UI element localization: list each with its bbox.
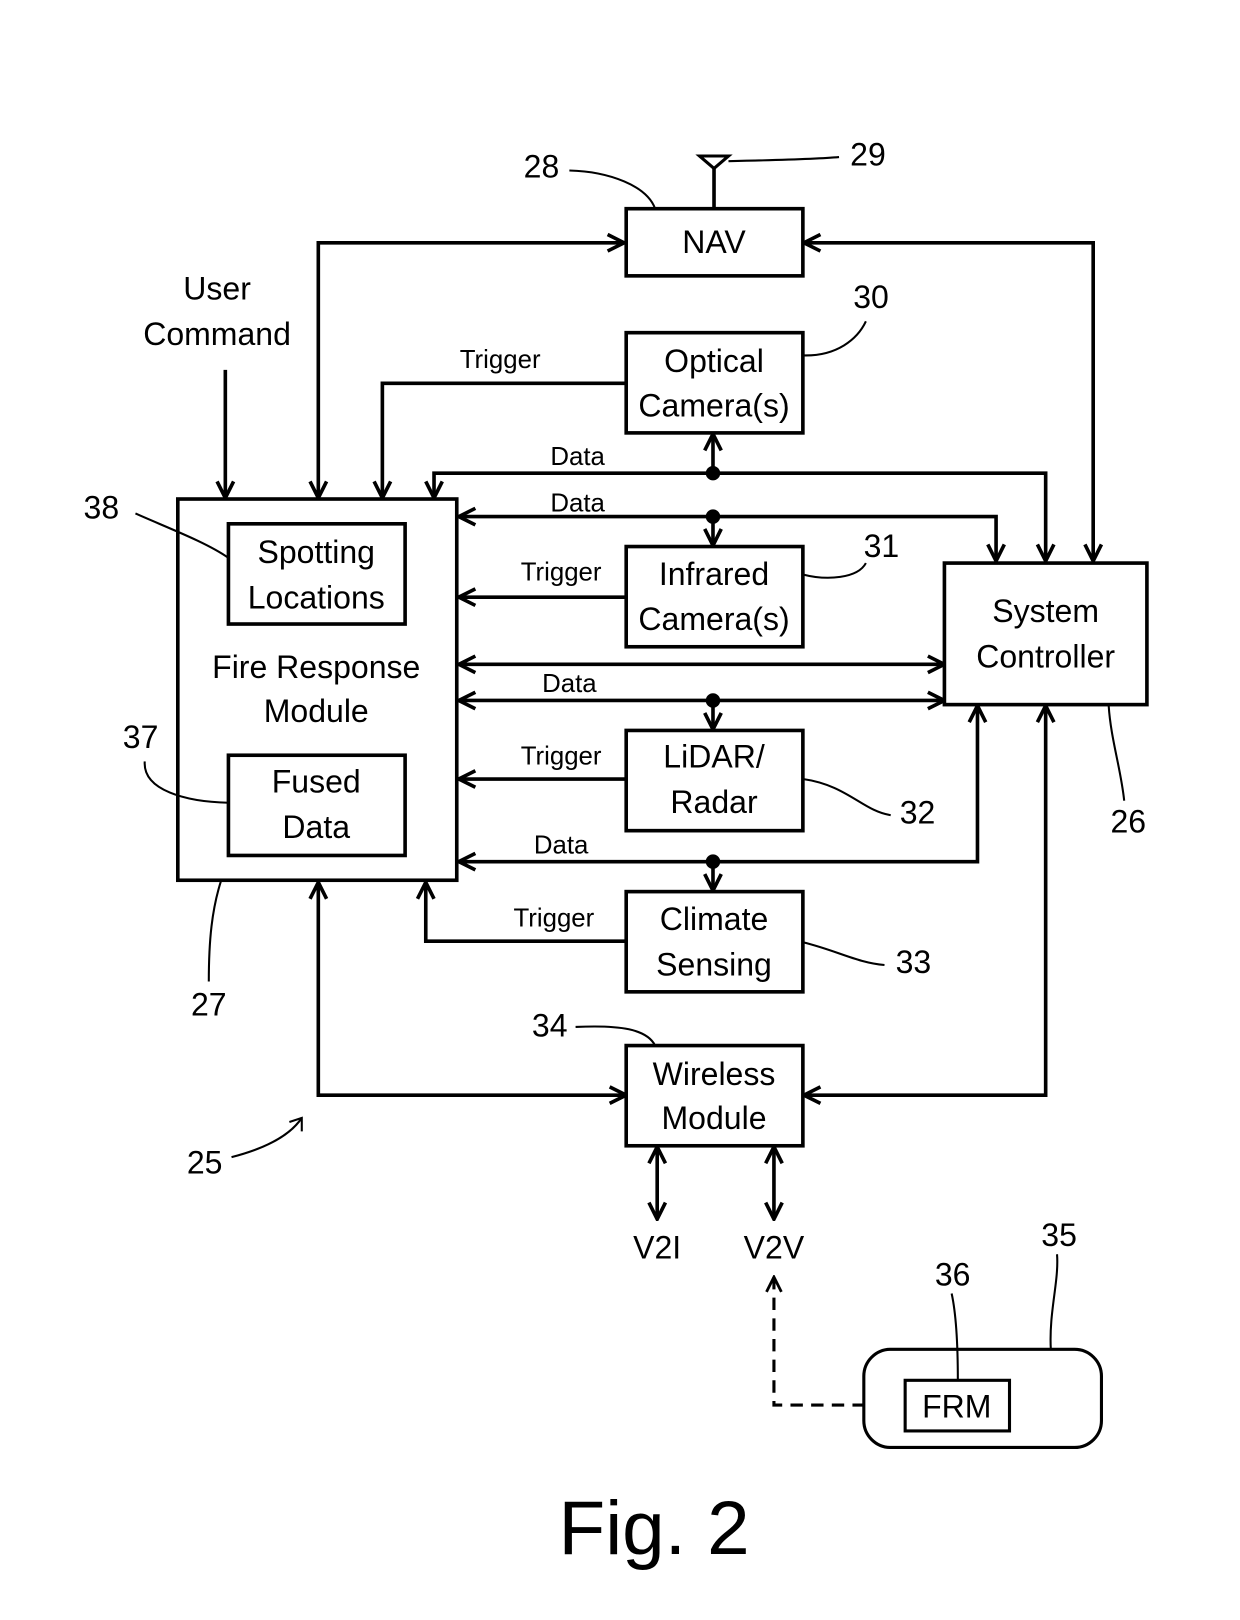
ref-numeral-29: 29 <box>850 136 886 172</box>
wireless-module-label-line1: Wireless <box>653 1056 776 1092</box>
ref-numeral-30: 30 <box>853 279 889 315</box>
ref-numeral-35: 35 <box>1041 1217 1077 1253</box>
climate-sensing-label-line2: Sensing <box>656 946 772 982</box>
junction-dot <box>705 854 721 869</box>
ref-numeral-33: 33 <box>896 944 932 980</box>
system-controller-label-line2: Controller <box>976 638 1115 674</box>
ref-numeral-27: 27 <box>191 987 227 1023</box>
junction-dot <box>705 693 721 708</box>
user-command-label-line2: Command <box>143 316 291 352</box>
user-command-label-line1: User <box>183 271 251 307</box>
spotting-locations-label-line2: Locations <box>248 580 385 616</box>
climate-sensing-block[interactable]: Climate Sensing <box>624 889 805 994</box>
data-label-lidar: Data <box>542 670 597 698</box>
fire-response-module-label-line1: Fire Response <box>212 649 420 685</box>
spotting-locations-label-line1: Spotting <box>258 534 375 570</box>
optical-trigger-line <box>382 381 627 498</box>
trigger-label-lidar: Trigger <box>521 743 602 771</box>
ref-numeral-32: 32 <box>900 794 936 830</box>
optical-camera-label-line2: Camera(s) <box>638 387 789 423</box>
nav-block[interactable]: NAV <box>624 206 805 278</box>
lidar-radar-block[interactable]: LiDAR/ Radar <box>624 728 805 833</box>
ref-numeral-31: 31 <box>864 528 900 564</box>
v2i-label: V2I <box>633 1229 681 1265</box>
ref-numeral-26: 26 <box>1111 804 1147 840</box>
infrared-camera-block[interactable]: Infrared Camera(s) <box>624 544 805 649</box>
ref-numeral-38: 38 <box>84 490 120 526</box>
spotting-locations-block[interactable]: Spotting Locations <box>226 522 407 626</box>
infrared-camera-label-line2: Camera(s) <box>638 601 789 637</box>
wireless-controller-link <box>804 706 1046 1096</box>
wireless-module-block[interactable]: Wireless Module <box>624 1043 805 1148</box>
ref-numeral-34: 34 <box>532 1007 568 1043</box>
ref-numeral-36: 36 <box>935 1256 971 1292</box>
data-label-climate: Data <box>534 831 589 859</box>
climate-sensing-label-line1: Climate <box>660 901 769 937</box>
nav-label: NAV <box>682 224 746 260</box>
system-controller-block[interactable]: System Controller <box>942 561 1149 707</box>
fused-data-block[interactable]: Fused Data <box>226 753 407 858</box>
antenna-icon <box>695 154 733 209</box>
junction-dot <box>705 509 721 524</box>
system-controller-label-line1: System <box>992 593 1099 629</box>
remote-frm-block[interactable]: FRM <box>903 1378 1012 1433</box>
wireless-module-label-line2: Module <box>662 1100 767 1136</box>
nav-controller-link <box>804 243 1093 561</box>
trigger-label-infrared: Trigger <box>521 559 602 587</box>
figure-caption: Fig. 2 <box>559 1486 750 1571</box>
ref-numeral-25: 25 <box>187 1145 223 1181</box>
optical-camera-block[interactable]: Optical Camera(s) <box>624 330 805 435</box>
ref-numeral-28: 28 <box>524 149 560 185</box>
lidar-radar-label-line1: LiDAR/ <box>663 739 765 775</box>
junction-dot <box>705 465 721 481</box>
data-label-optical: Data <box>550 443 605 471</box>
remote-frm-label: FRM <box>922 1388 991 1424</box>
fire-response-module-label-line2: Module <box>264 693 369 729</box>
infrared-camera-label-line1: Infrared <box>659 556 769 592</box>
fused-data-label-line1: Fused <box>272 763 361 799</box>
data-label-infrared: Data <box>550 489 605 517</box>
trigger-label-optical: Trigger <box>460 346 541 374</box>
fused-data-label-line2: Data <box>282 809 350 845</box>
ref-numeral-37: 37 <box>123 719 159 755</box>
fire-response-system-diagram: NAV Optical Camera(s) Infrared Camera(s)… <box>84 136 1149 1571</box>
optical-camera-label-line1: Optical <box>664 343 764 379</box>
v2v-label: V2V <box>744 1229 805 1265</box>
lidar-radar-label-line2: Radar <box>670 784 758 820</box>
trigger-label-climate: Trigger <box>513 905 594 933</box>
